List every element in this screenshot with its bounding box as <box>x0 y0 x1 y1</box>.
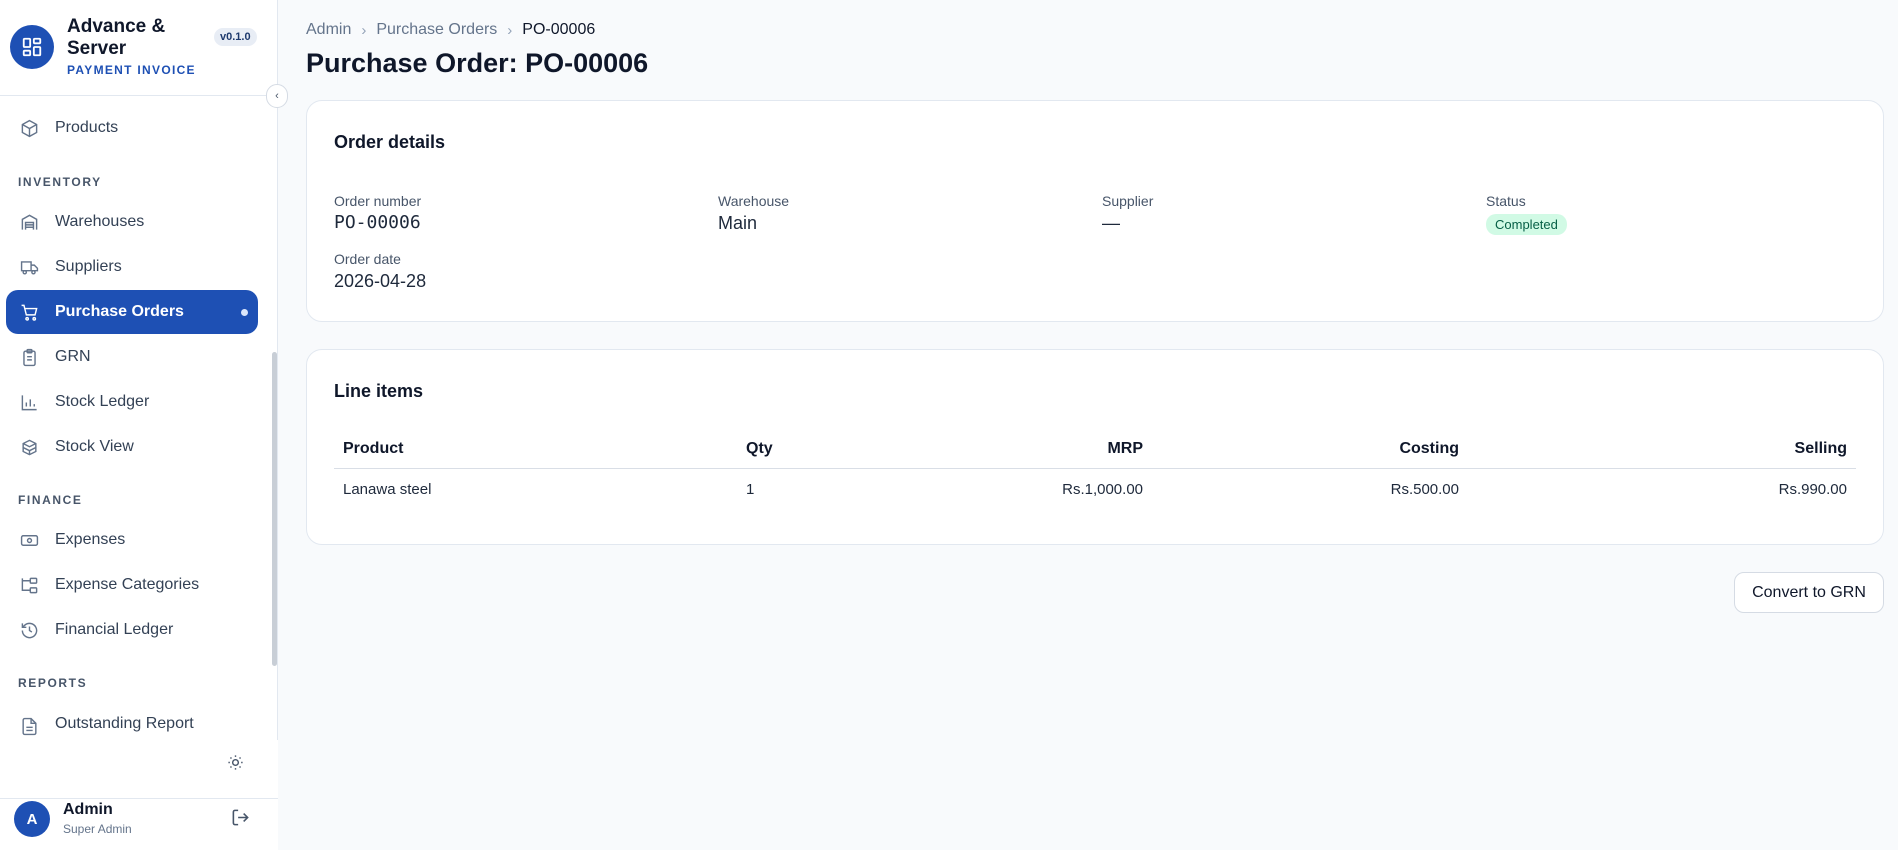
user-role: Super Admin <box>63 822 132 836</box>
dashboard-grid-icon[interactable] <box>10 25 54 69</box>
file-text-icon <box>18 715 40 737</box>
breadcrumb-current: PO-00006 <box>522 21 596 38</box>
order-number-label: Order number <box>334 193 422 209</box>
sidebar-item-label: Outstanding Report <box>55 715 194 732</box>
sidebar-item-label: Financial Ledger <box>55 621 174 638</box>
status-field: Status Completed <box>1486 193 1567 235</box>
chevron-left-icon: ‹ <box>275 90 279 102</box>
column-header-product: Product <box>334 433 737 469</box>
chevron-right-icon: › <box>507 21 513 39</box>
boxes-icon <box>18 436 40 458</box>
sidebar-item-label: Expense Categories <box>55 576 200 593</box>
sidebar-item-stock-view[interactable]: Stock View <box>6 425 258 469</box>
banknote-icon <box>18 529 40 551</box>
order-details-title: Order details <box>334 132 446 152</box>
order-date-label: Order date <box>334 251 401 267</box>
sidebar-item-label: Warehouses <box>55 213 145 230</box>
line-items-title: Line items <box>334 381 424 401</box>
status-label: Status <box>1486 193 1526 209</box>
chevron-right-icon: › <box>361 21 367 39</box>
brand-header: Advance & Server PAYMENT INVOICE v0.1.0 <box>0 0 278 96</box>
sidebar-item-label: Expenses <box>55 531 126 548</box>
cell-mrp: Rs.1,000.00 <box>1062 481 1143 498</box>
warehouse-label: Warehouse <box>718 193 790 209</box>
sidebar-item-label: GRN <box>55 348 91 365</box>
breadcrumb-admin[interactable]: Admin <box>306 21 351 39</box>
cell-selling: Rs.990.00 <box>1778 481 1847 498</box>
avatar[interactable]: A <box>14 801 50 837</box>
package-icon <box>18 117 40 139</box>
cell-costing: Rs.500.00 <box>1390 481 1459 498</box>
breadcrumb: Admin › Purchase Orders › PO-00006 <box>306 21 595 39</box>
order-date-field: Order date 2026-04-28 <box>334 251 426 292</box>
column-header-qty: Qty <box>737 433 898 469</box>
warehouse-field: Warehouse Main <box>718 193 789 234</box>
order-details-card: Order details Order number PO-00006 Ware… <box>306 100 1884 322</box>
line-items-table: Product Qty MRP Costing Selling Lanawa s… <box>334 433 1856 510</box>
supplier-label: Supplier <box>1102 193 1154 209</box>
supplier-value: — <box>1102 213 1120 233</box>
cell-qty: 1 <box>746 481 755 498</box>
sidebar-item-label: Stock View <box>55 438 134 455</box>
sidebar-item-label: Purchase Orders <box>55 303 184 320</box>
sidebar-item-grn[interactable]: GRN <box>6 335 258 379</box>
version-badge: v0.1.0 <box>214 28 257 46</box>
column-header-selling: Selling <box>1468 433 1856 469</box>
folder-tree-icon <box>18 574 40 596</box>
status-badge: Completed <box>1486 214 1567 235</box>
cell-product: Lanawa steel <box>343 481 432 498</box>
sidebar-item-purchase-orders[interactable]: Purchase Orders <box>6 290 258 334</box>
logout-button[interactable] <box>228 808 252 832</box>
breadcrumb-purchase-orders[interactable]: Purchase Orders <box>376 21 497 39</box>
sun-icon <box>227 754 244 776</box>
sidebar-item-products[interactable]: Products <box>6 106 258 150</box>
sidebar-item-label: Suppliers <box>55 258 122 275</box>
section-label-reports: REPORTS <box>18 676 88 690</box>
section-label-inventory: INVENTORY <box>18 175 102 189</box>
bar-chart-icon <box>18 391 40 413</box>
sidebar: Advance & Server PAYMENT INVOICE v0.1.0 … <box>0 0 288 850</box>
active-indicator-dot <box>241 309 248 316</box>
section-label-finance: FINANCE <box>18 493 83 507</box>
collapse-sidebar-button[interactable]: ‹ <box>266 84 288 108</box>
convert-to-grn-button[interactable]: Convert to GRN <box>1734 572 1884 613</box>
sidebar-item-label: Stock Ledger <box>55 393 150 410</box>
theme-toggle-button[interactable] <box>224 754 246 776</box>
clipboard-icon <box>18 346 40 368</box>
sidebar-item-financial-ledger[interactable]: Financial Ledger <box>6 608 258 652</box>
warehouse-icon <box>18 211 40 233</box>
order-number-field: Order number PO-00006 <box>334 193 421 234</box>
sidebar-item-warehouses[interactable]: Warehouses <box>6 200 258 244</box>
supplier-field: Supplier — <box>1102 193 1153 234</box>
sidebar-item-expenses[interactable]: Expenses <box>6 518 258 562</box>
user-name: Admin <box>63 801 113 818</box>
column-header-mrp: MRP <box>898 433 1152 469</box>
order-number-value: PO-00006 <box>334 212 421 233</box>
order-date-value: 2026-04-28 <box>334 271 427 291</box>
sidebar-item-outstanding-report[interactable]: Outstanding Report <box>6 702 258 740</box>
sidebar-scrollbar[interactable] <box>272 352 277 666</box>
logout-icon <box>231 808 250 832</box>
history-icon <box>18 619 40 641</box>
sidebar-item-stock-ledger[interactable]: Stock Ledger <box>6 380 258 424</box>
sidebar-item-label: Products <box>55 119 119 136</box>
cart-icon <box>18 301 40 323</box>
truck-icon <box>18 256 40 278</box>
page-title: Purchase Order: PO-00006 <box>306 48 649 78</box>
sidebar-item-suppliers[interactable]: Suppliers <box>6 245 258 289</box>
warehouse-value: Main <box>718 213 758 233</box>
table-row: Lanawa steel 1 Rs.1,000.00 Rs.500.00 Rs.… <box>334 469 1856 511</box>
sidebar-item-expense-categories[interactable]: Expense Categories <box>6 563 258 607</box>
brand-name: Advance & Server <box>67 16 166 59</box>
column-header-costing: Costing <box>1152 433 1468 469</box>
line-items-card: Line items Product Qty MRP Costing Selli… <box>306 349 1884 545</box>
brand-subtitle: PAYMENT INVOICE <box>67 63 196 77</box>
sidebar-footer: A Admin Super Admin <box>0 740 278 850</box>
table-header-row: Product Qty MRP Costing Selling <box>334 433 1856 469</box>
